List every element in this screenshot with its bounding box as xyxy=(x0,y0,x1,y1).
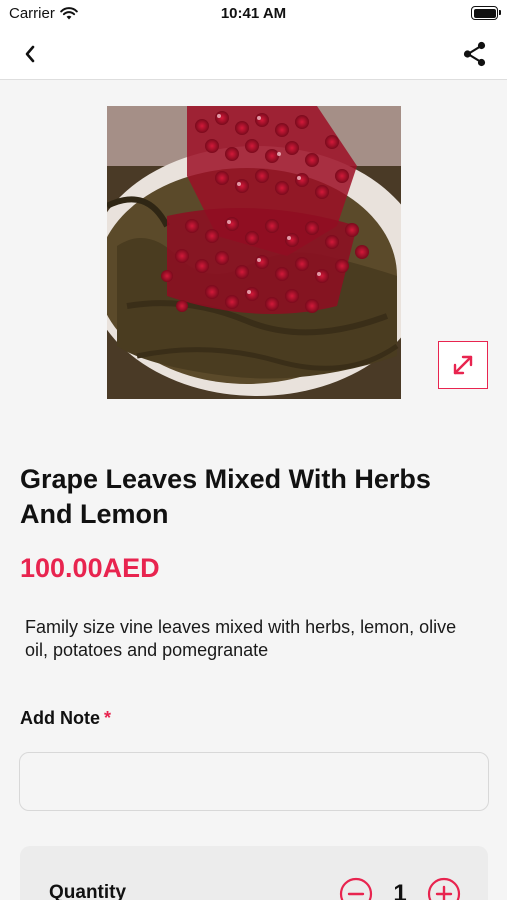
expand-image-button[interactable] xyxy=(438,341,488,389)
chevron-left-icon xyxy=(25,45,35,63)
product-title: Grape Leaves Mixed With Herbs And Lemon xyxy=(20,464,431,529)
add-note-label-text: Add Note xyxy=(20,708,100,728)
plus-circle-icon xyxy=(427,877,461,900)
note-input[interactable] xyxy=(19,752,489,811)
status-bar: Carrier 10:41 AM xyxy=(0,0,507,28)
battery-icon xyxy=(471,6,501,20)
product-image[interactable] xyxy=(107,106,401,399)
add-note-label: Add Note * xyxy=(20,708,111,729)
required-marker: * xyxy=(104,708,112,728)
back-button[interactable] xyxy=(14,38,46,70)
quantity-value: 1 xyxy=(393,880,407,900)
decrease-quantity-button[interactable] xyxy=(339,877,373,900)
minus-circle-icon xyxy=(339,877,373,900)
status-time: 10:41 AM xyxy=(220,5,287,22)
product-photo xyxy=(107,106,401,399)
navigation-bar xyxy=(0,28,507,80)
product-description: Family size vine leaves mixed with herbs… xyxy=(25,617,457,660)
quantity-card: Quantity 1 xyxy=(20,846,488,900)
share-icon xyxy=(463,41,486,67)
quantity-label: Quantity xyxy=(49,882,127,900)
share-button[interactable] xyxy=(459,38,491,70)
increase-quantity-button[interactable] xyxy=(427,877,461,900)
expand-arrows-icon xyxy=(453,355,473,375)
product-price: 100.00AED xyxy=(20,553,160,583)
